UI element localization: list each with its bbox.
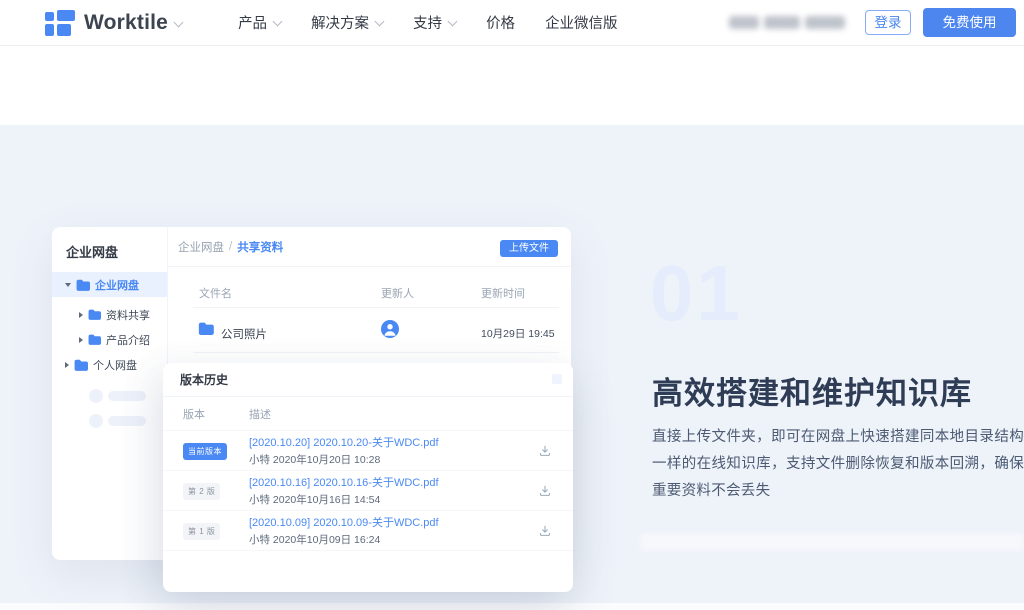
signup-button[interactable]: 免费使用	[923, 8, 1016, 37]
folder-icon	[198, 322, 214, 335]
download-icon[interactable]	[538, 444, 552, 458]
column-header-updater: 更新人	[381, 285, 414, 301]
expander-right-icon[interactable]	[65, 362, 69, 368]
version-badge: 第 2 版	[183, 483, 220, 500]
column-header-filename: 文件名	[199, 285, 232, 301]
phone-number-redacted	[729, 16, 845, 29]
version-file-link[interactable]: [2020.10.16] 2020.10.16-关于WDC.pdf	[249, 474, 517, 490]
drive-sidebar: 企业网盘 企业网盘 资料共享 产品介绍 个人网盘	[52, 227, 168, 560]
nav-right: 登录 免费使用	[729, 8, 1016, 37]
version-row[interactable]: 当前版本 [2020.10.20] 2020.10.20-关于WDC.pdf 小…	[163, 431, 573, 471]
tree-item-personal-drive[interactable]: 个人网盘	[52, 352, 168, 377]
breadcrumb-separator: /	[229, 241, 232, 253]
tree-item-enterprise-drive[interactable]: 企业网盘	[52, 272, 168, 297]
ghost-watermark	[640, 533, 1024, 551]
column-header-updated-time: 更新时间	[481, 285, 525, 301]
chevron-down-icon	[174, 18, 184, 28]
nav-item-wecom[interactable]: 企业微信版	[545, 12, 618, 33]
nav-item-products[interactable]: 产品	[238, 12, 281, 33]
column-header-description: 描述	[249, 406, 517, 422]
version-panel-header: 版本历史	[163, 363, 573, 397]
file-row-company-photos[interactable]: 公司照片 10月29日 19:45	[168, 308, 571, 352]
version-meta: 小特 2020年10月09日 16:24	[249, 532, 517, 547]
folder-icon	[74, 359, 88, 371]
version-badge-current: 当前版本	[183, 443, 227, 460]
login-button[interactable]: 登录	[865, 10, 911, 35]
logo-text: Worktile	[84, 11, 168, 35]
updated-time: 10月29日 19:45	[481, 326, 555, 341]
folder-icon	[88, 309, 101, 320]
breadcrumb-parent[interactable]: 企业网盘	[178, 239, 224, 255]
version-row[interactable]: 第 1 版 [2020.10.09] 2020.10.09-关于WDC.pdf …	[163, 511, 573, 551]
folder-icon	[76, 279, 90, 291]
download-icon[interactable]	[538, 484, 552, 498]
panel-corner-icon[interactable]	[552, 374, 562, 384]
upload-file-button[interactable]: 上传文件	[500, 240, 558, 257]
section-bottom-strip	[0, 603, 1024, 610]
chevron-down-icon	[375, 17, 385, 27]
sidebar-title: 企业网盘	[66, 242, 118, 261]
version-row[interactable]: 第 2 版 [2020.10.16] 2020.10.16-关于WDC.pdf …	[163, 471, 573, 511]
expander-right-icon[interactable]	[79, 337, 83, 343]
worktile-logo-icon	[45, 10, 75, 36]
feature-description: 直接上传文件夹，即可在网盘上快速搭建同本地目录结构一样的在线知识库，支持文件删除…	[652, 424, 1024, 505]
chevron-down-icon	[448, 17, 458, 27]
chevron-down-icon	[273, 17, 283, 27]
breadcrumb-current: 共享资料	[237, 239, 283, 255]
nav-item-pricing[interactable]: 价格	[486, 12, 515, 33]
version-panel-title: 版本历史	[180, 371, 228, 388]
top-nav: Worktile 产品 解决方案 支持 价格 企业微信版 登录 免费使用	[0, 0, 1024, 46]
nav-links: 产品 解决方案 支持 价格 企业微信版	[238, 12, 618, 33]
expander-right-icon[interactable]	[79, 312, 83, 318]
version-file-link[interactable]: [2020.10.20] 2020.10.20-关于WDC.pdf	[249, 434, 517, 450]
version-meta: 小特 2020年10月16日 14:54	[249, 492, 517, 507]
feature-title: 高效搭建和维护知识库	[652, 368, 972, 413]
version-meta: 小特 2020年10月20日 10:28	[249, 452, 517, 467]
version-file-link[interactable]: [2020.10.09] 2020.10.09-关于WDC.pdf	[249, 514, 517, 530]
table-row-divider	[193, 352, 559, 353]
version-history-panel: 版本历史 版本 描述 当前版本 [2020.10.20] 2020.10.20-…	[163, 363, 573, 592]
updater-avatar	[381, 320, 399, 338]
tree-item-product-intro[interactable]: 产品介绍	[52, 327, 168, 352]
file-name: 公司照片	[221, 326, 267, 342]
expander-down-icon[interactable]	[65, 283, 71, 287]
feature-index-watermark: 01	[650, 254, 743, 332]
column-header-version: 版本	[163, 406, 249, 422]
download-icon[interactable]	[538, 524, 552, 538]
version-columns-header: 版本 描述	[163, 397, 573, 431]
worktile-logo[interactable]: Worktile	[45, 10, 182, 36]
version-badge: 第 1 版	[183, 523, 220, 540]
nav-item-solutions[interactable]: 解决方案	[311, 12, 383, 33]
nav-item-support[interactable]: 支持	[413, 12, 456, 33]
folder-icon	[88, 334, 101, 345]
tree-item-shared-docs[interactable]: 资料共享	[52, 302, 168, 327]
folder-tree: 企业网盘 资料共享 产品介绍 个人网盘	[52, 272, 168, 377]
